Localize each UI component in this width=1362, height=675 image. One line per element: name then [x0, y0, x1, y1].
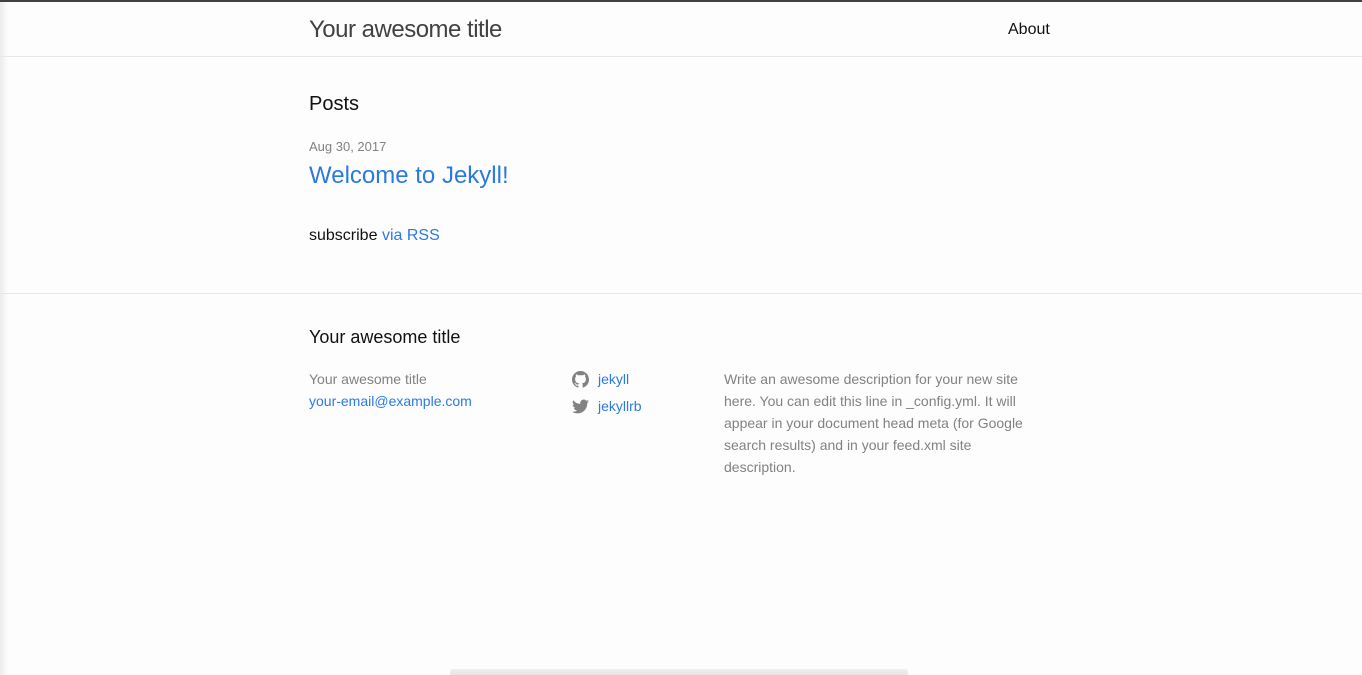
github-icon	[572, 370, 589, 388]
twitter-icon	[572, 398, 589, 415]
footer-email-link[interactable]: your-email@example.com	[309, 393, 472, 409]
footer-contact: Your awesome title your-email@example.co…	[309, 368, 472, 412]
page: Your awesome title About Posts Aug 30, 2…	[0, 0, 1362, 675]
footer-heading: Your awesome title	[309, 327, 461, 347]
bottom-scroll-indicator	[450, 669, 908, 675]
site-description: Write an awesome description for your ne…	[724, 371, 1023, 475]
social-item-github[interactable]: jekyll	[572, 368, 642, 390]
post-date: Aug 30, 2017	[309, 139, 387, 154]
site-header: Your awesome title About	[0, 0, 1362, 57]
nav-about-link[interactable]: About	[1008, 21, 1050, 39]
social-item-twitter[interactable]: jekyllrb	[572, 395, 642, 417]
left-edge-shadow	[0, 0, 8, 675]
social-label-github: jekyll	[598, 371, 630, 387]
rss-link[interactable]: via RSS	[382, 227, 440, 244]
site-title-link[interactable]: Your awesome title	[309, 16, 502, 44]
posts-heading: Posts	[309, 93, 360, 115]
subscribe-text: subscribe	[309, 227, 378, 244]
social-links: jekyll jekyllrb	[572, 368, 642, 422]
subscribe-line: subscribe via RSS	[309, 227, 440, 245]
footer-site-name: Your awesome title	[309, 371, 427, 387]
social-label-twitter: jekyllrb	[598, 398, 642, 414]
post-title-link[interactable]: Welcome to Jekyll!	[309, 162, 509, 190]
footer-divider	[0, 293, 1362, 294]
